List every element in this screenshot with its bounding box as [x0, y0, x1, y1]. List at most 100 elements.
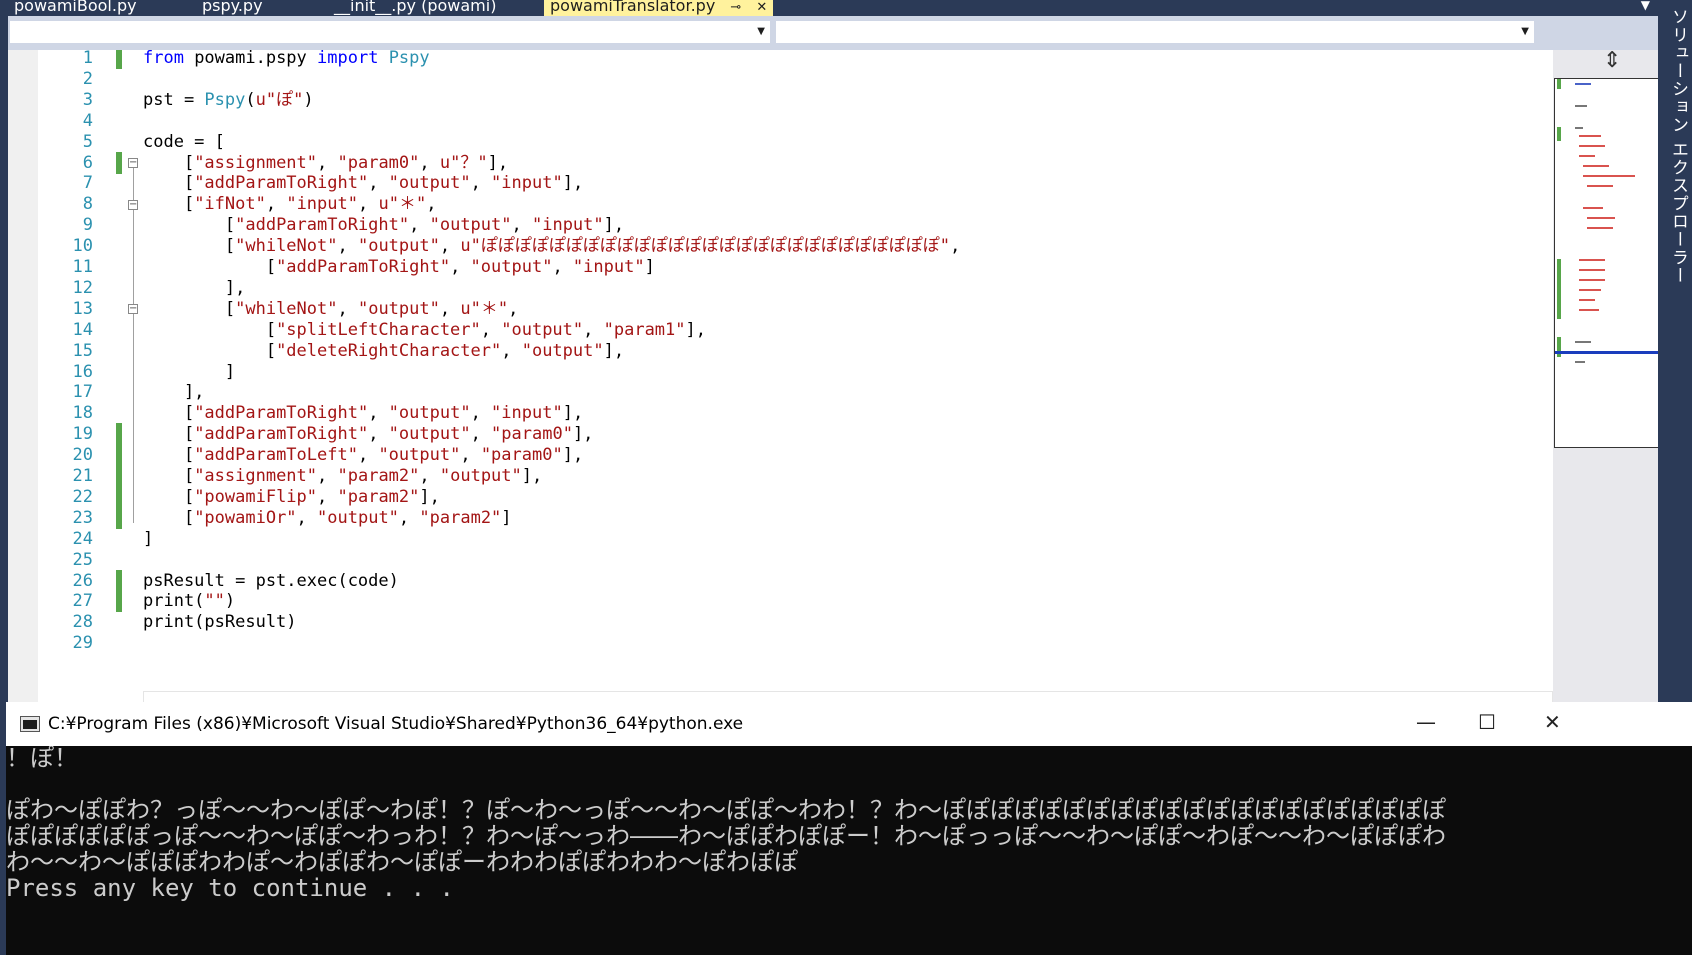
code-line[interactable]: 26 psResult = pst.exec(code)	[8, 569, 1553, 592]
solution-explorer-tab[interactable]: ソリューション エクスプローラー	[1658, 0, 1692, 702]
change-indicator	[116, 465, 122, 487]
code-line[interactable]: 4	[8, 110, 1553, 132]
tab-init[interactable]: __init__.py (powami)	[334, 0, 496, 16]
code-line[interactable]: 6 ["assignment", "param0", u"？"],	[8, 151, 1553, 174]
string-token: "addParamToRight"	[194, 424, 369, 445]
string-token: "powamiFlip"	[194, 486, 318, 507]
string-token: "param2"	[337, 486, 420, 507]
code-line[interactable]: 18 ["addParamToRight", "output", "input"…	[8, 402, 1553, 424]
line-number: 28	[72, 612, 93, 633]
text-token: ,	[317, 466, 338, 486]
line-number: 17	[72, 382, 93, 403]
code-line[interactable]: 13 ["whileNot", "output", u"＊",	[8, 298, 1553, 320]
line-number: 24	[72, 528, 93, 549]
scrollbar-map[interactable]: ⇕	[1553, 50, 1658, 702]
code-line[interactable]: 11 ["addParamToRight", "output", "input"…	[8, 256, 1553, 278]
code-line[interactable]: 23 ["powamiOr", "output", "param2"]	[8, 506, 1553, 529]
map-code-line	[1575, 105, 1587, 107]
dropdown-arrow-icon: ▼	[757, 26, 765, 37]
code-text: ["addParamToRight", "output", "input"],	[143, 172, 583, 194]
code-line[interactable]: 28 print(psResult)	[8, 611, 1553, 633]
text-token: ,	[511, 215, 532, 236]
text-token: ],	[562, 445, 584, 466]
map-viewport[interactable]	[1554, 78, 1658, 448]
collapse-icon[interactable]: −	[128, 158, 138, 168]
code-line[interactable]: 14 ["splitLeftCharacter", "output", "par…	[8, 319, 1553, 341]
code-line[interactable]: 5 code = [	[8, 131, 1553, 153]
code-editor[interactable]: 1 from powami.pspy import Pspy 2 3 pst = Psp…	[8, 50, 1658, 702]
code-line[interactable]: 10 ["whileNot", "output", u"ぽぽぽぽぽぽぽぽぽぽぽぽ…	[8, 235, 1553, 257]
pin-icon[interactable]: ⊸	[730, 0, 741, 16]
line-number: 27	[72, 591, 93, 612]
map-code-line	[1575, 127, 1583, 129]
text-token: [	[143, 215, 236, 236]
code-line[interactable]: 22 ["powamiFlip", "param2"],	[8, 485, 1553, 508]
line-number: 14	[72, 319, 93, 340]
string-token: "addParamToLeft"	[194, 445, 358, 466]
code-line[interactable]: 9 ["addParamToRight", "output", "input"]…	[8, 214, 1553, 236]
text-token: [	[143, 507, 195, 528]
tab-powamibool[interactable]: powamiBool.py	[14, 0, 137, 16]
code-line[interactable]: 29	[8, 632, 1553, 654]
console-window[interactable]: C:¥Program Files (x86)¥Microsoft Visual …	[6, 702, 1692, 955]
code-line[interactable]: 15 ["deleteRightCharacter", "output"],	[8, 340, 1553, 362]
tab-label: powamiBool.py	[14, 0, 137, 15]
tab-powamitranslator[interactable]: powamiTranslator.py ⊸ ✕	[544, 0, 774, 16]
code-line[interactable]: 17 ],	[8, 381, 1553, 403]
line-number: 21	[72, 466, 93, 486]
tab-pspy[interactable]: pspy.py	[202, 0, 263, 16]
text-token: [	[143, 257, 277, 277]
collapse-icon[interactable]: −	[128, 200, 138, 210]
chevron-down-icon[interactable]: ▼	[1641, 0, 1650, 12]
console-line: Press any key to continue . . .	[6, 874, 454, 902]
line-number: 3	[82, 89, 93, 110]
code-line[interactable]: 16 ]	[8, 361, 1553, 383]
text-token: ,	[337, 236, 358, 257]
string-token: "input"	[531, 215, 604, 236]
close-button[interactable]: ✕	[1544, 710, 1561, 734]
minimize-button[interactable]: —	[1416, 710, 1436, 734]
string-token: "output"	[388, 403, 471, 424]
code-line[interactable]: 3 pst = Pspy(u"ぽ")	[8, 89, 1553, 111]
text-token: ],	[143, 277, 246, 298]
string-token: "output"	[357, 236, 440, 257]
code-line[interactable]: 12 ],	[8, 277, 1553, 299]
code-line[interactable]: 1 from powami.pspy import Pspy	[8, 50, 1553, 69]
text-token: ,	[419, 152, 440, 173]
maximize-button[interactable]: ☐	[1478, 710, 1496, 734]
map-code-line	[1575, 361, 1585, 363]
text-token: ],	[143, 382, 205, 403]
code-text: ["splitLeftCharacter", "output", "param1…	[143, 319, 706, 341]
code-line[interactable]: 19 ["addParamToRight", "output", "param0…	[8, 423, 1553, 446]
code-line[interactable]: 24]	[8, 528, 1553, 550]
collapse-icon[interactable]: −	[128, 304, 138, 314]
code-line[interactable]: 20 ["addParamToLeft", "output", "param0"…	[8, 444, 1553, 467]
line-number: 16	[72, 361, 93, 382]
line-number: 18	[72, 403, 93, 424]
close-icon[interactable]: ✕	[756, 0, 767, 16]
code-line[interactable]: 2	[8, 68, 1553, 90]
string-token: "param2"	[419, 507, 502, 528]
code-line[interactable]: 25	[8, 549, 1553, 571]
map-code-line	[1579, 279, 1605, 281]
code-line[interactable]: 8 ["ifNot", "input", u"＊",	[8, 193, 1553, 215]
console-title-bar[interactable]: C:¥Program Files (x86)¥Microsoft Visual …	[6, 702, 1692, 746]
member-dropdown[interactable]: ▼	[775, 20, 1535, 44]
current-line-highlight	[143, 691, 1553, 702]
code-line[interactable]: 7 ["addParamToRight", "output", "input"]…	[8, 172, 1553, 194]
code-line[interactable]: 21 ["assignment", "param2", "output"],	[8, 465, 1553, 487]
line-number: 4	[82, 110, 93, 131]
code-line[interactable]: 27 print("")	[8, 590, 1553, 613]
map-code-line	[1579, 155, 1595, 157]
string-token: u"＊"	[378, 194, 427, 215]
text-token: ],	[521, 466, 543, 486]
text-token: psResult = pst.exec(code)	[143, 570, 399, 591]
splitter-icon[interactable]: ⇕	[1553, 50, 1658, 76]
text-token: ]	[644, 257, 655, 277]
line-number: 26	[72, 570, 93, 591]
code-text: ["assignment", "param2", "output"],	[143, 465, 542, 487]
string-token: u"＊"	[460, 298, 509, 319]
type-dropdown[interactable]: ▼	[9, 20, 771, 44]
console-line: わ～～わ～ぽぽぽわわぽ～わぽぽわ～ぽぽーわわわぽぽわわわ～ぽわぽぽ	[6, 848, 798, 876]
